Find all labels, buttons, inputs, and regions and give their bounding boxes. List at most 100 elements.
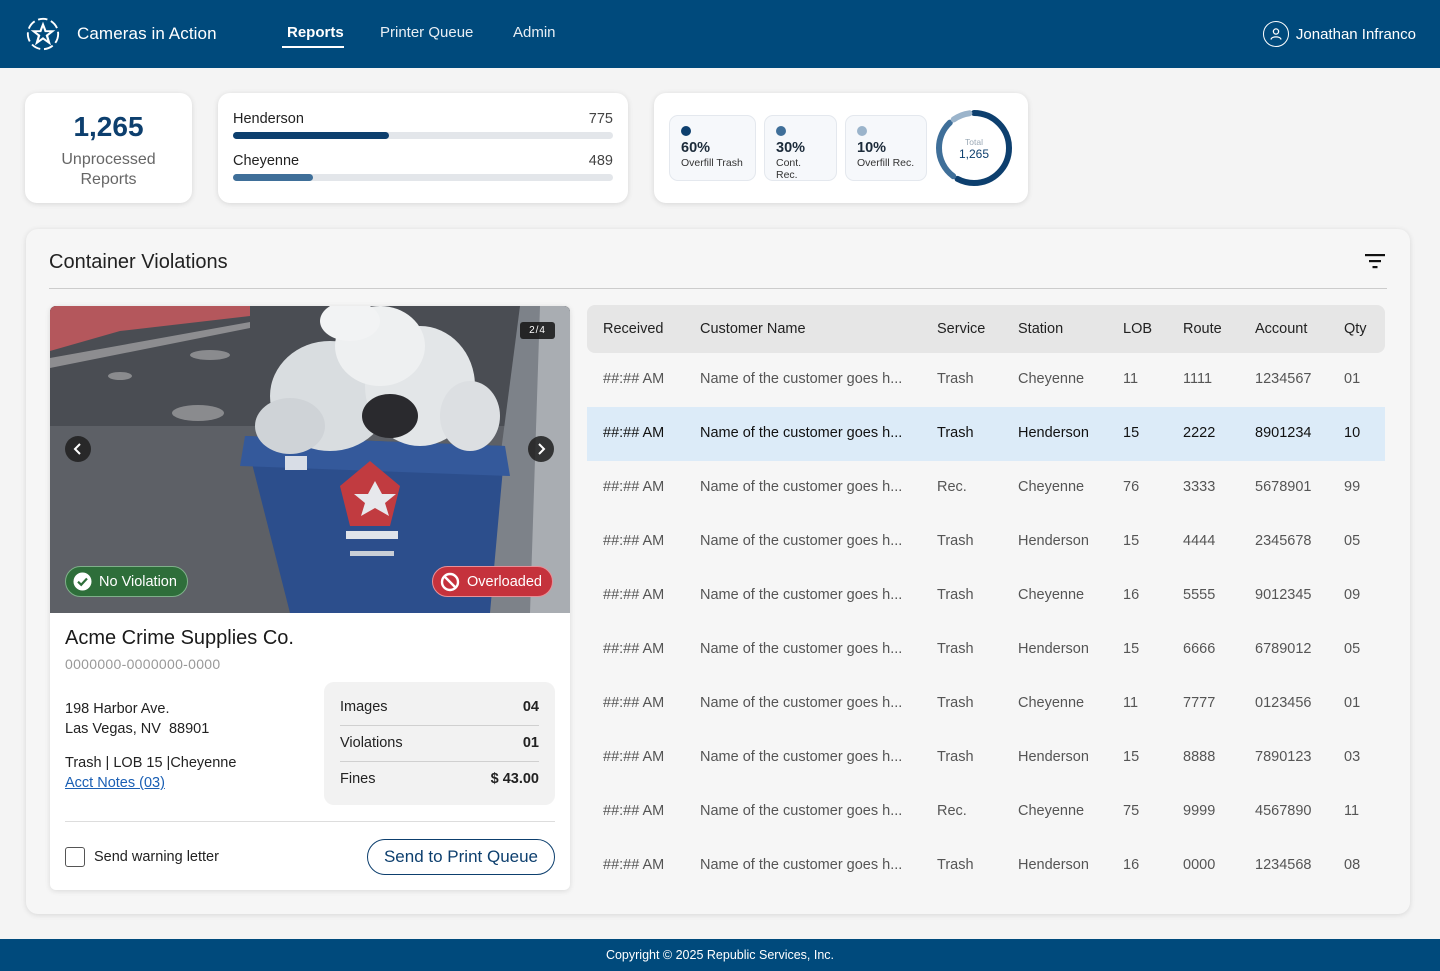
table-row[interactable]: ##:## AM Name of the customer goes h... Tr… [587,839,1385,893]
section-divider [49,288,1387,289]
prohibited-icon [440,572,460,591]
cell-service: Trash [937,857,974,873]
cell-station: Henderson [1018,533,1089,549]
cell-account: 9012345 [1255,587,1312,603]
send-to-print-queue-button[interactable]: Send to Print Queue [367,839,555,875]
summary-label: Images [340,699,388,715]
nav-active-indicator [282,46,344,48]
cell-service: Trash [937,425,974,441]
breakdown-label: Cont. Rec. [776,157,802,181]
cell-service: Rec. [937,479,967,495]
legend-dot [776,126,786,136]
table-row[interactable]: ##:## AM Name of the customer goes h... Tr… [587,677,1385,731]
detail-divider [65,821,555,822]
table-row[interactable]: ##:## AM Name of the customer goes h... Re… [587,461,1385,515]
cell-lob: 76 [1123,479,1140,495]
col-received[interactable]: Received [603,321,663,337]
cell-received: ##:## AM [603,857,665,873]
cell-received: ##:## AM [603,695,665,711]
cell-service: Trash [937,695,974,711]
unprocessed-reports-card: 1,265 Unprocessed Reports [25,93,192,203]
table-row[interactable]: ##:## AM Name of the customer goes h... Tr… [587,353,1385,407]
cell-route: 4444 [1183,533,1216,549]
cell-received: ##:## AM [603,749,665,765]
cell-qty: 03 [1344,749,1361,765]
cell-route: 2222 [1183,425,1216,441]
col-customer-name[interactable]: Customer Name [700,321,806,337]
cell-qty: 10 [1344,425,1361,441]
cell-lob: 75 [1123,803,1140,819]
violation-type-card: 60% Overfill Trash 30% Cont. Rec. 10% Ov… [654,93,1028,203]
customer-name: Acme Crime Supplies Co. [65,627,294,649]
overloaded-tag[interactable]: Overloaded [432,566,553,597]
table-row[interactable]: ##:## AM Name of the customer goes h... Tr… [587,407,1385,461]
copyright-text: Copyright © 2025 Republic Services, Inc. [605,948,835,962]
legend-dot [857,126,867,136]
summary-violations: Violations 01 [340,725,539,761]
user-menu[interactable]: Jonathan Infranco [1262,21,1416,47]
summary-value: 04 [522,699,539,715]
col-service[interactable]: Service [937,321,985,337]
summary-value: $ 43.00 [490,771,539,787]
cell-account: 7890123 [1255,749,1312,765]
prev-image-button[interactable] [65,436,91,462]
cell-account: 1234568 [1255,857,1312,873]
col-qty[interactable]: Qty [1344,321,1367,337]
station-name: Cheyenne [233,153,300,169]
station-bar-fill [233,174,313,181]
station-bar-henderson: Henderson 775 [233,111,613,139]
total-donut-chart: Total 1,265 [936,110,1012,186]
acct-notes-link[interactable]: Acct Notes (03) [65,775,165,791]
cell-customer-name: Name of the customer goes h... [700,533,903,549]
container-photo: 2/4 No Violation Overloaded [50,306,570,613]
checkbox-box[interactable] [65,847,85,867]
user-name: Jonathan Infranco [1295,25,1416,43]
table-row[interactable]: ##:## AM Name of the customer goes h... Tr… [587,515,1385,569]
table-header: Received Customer Name Service Station L… [587,305,1385,353]
chevron-right-icon [538,443,546,455]
tag-label: Overloaded [467,573,542,590]
filter-icon[interactable] [1364,251,1386,271]
station-bar-track [233,132,613,139]
breakdown-pct: 30% [776,140,806,156]
col-route[interactable]: Route [1183,321,1222,337]
station-name: Henderson [233,111,304,127]
chevron-left-icon [73,443,81,455]
cell-lob: 15 [1123,641,1140,657]
col-account[interactable]: Account [1255,321,1307,337]
table-row[interactable]: ##:## AM Name of the customer goes h... Tr… [587,623,1385,677]
next-image-button[interactable] [528,436,554,462]
nav-reports[interactable]: Reports [287,24,344,41]
cell-received: ##:## AM [603,479,665,495]
cell-lob: 15 [1123,749,1140,765]
table-row[interactable]: ##:## AM Name of the customer goes h... Tr… [587,569,1385,623]
cell-route: 0000 [1183,857,1216,873]
cell-customer-name: Name of the customer goes h... [700,857,903,873]
no-violation-tag[interactable]: No Violation [65,566,188,597]
star-logo-icon[interactable] [24,16,62,52]
cell-qty: 01 [1344,371,1361,387]
nav-printer-queue[interactable]: Printer Queue [380,24,473,41]
cell-lob: 16 [1123,857,1140,873]
summary-label: Fines [340,771,376,787]
cell-service: Trash [937,587,974,603]
table-row[interactable]: ##:## AM Name of the customer goes h... Re… [587,785,1385,839]
col-station[interactable]: Station [1018,321,1063,337]
breakdown-overfill-trash: 60% Overfill Trash [669,115,756,181]
cell-service: Trash [937,641,974,657]
cell-customer-name: Name of the customer goes h... [700,749,903,765]
cell-station: Cheyenne [1018,371,1085,387]
legend-dot [681,126,691,136]
image-counter: 2/4 [520,322,555,339]
breakdown-label: Overfill Trash [681,157,743,169]
send-warning-checkbox[interactable]: Send warning letter [65,847,219,867]
breakdown-overfill-rec: 10% Overfill Rec. [845,115,927,181]
table-row[interactable]: ##:## AM Name of the customer goes h... Tr… [587,731,1385,785]
col-lob[interactable]: LOB [1123,321,1152,337]
station-count: 489 [588,153,613,169]
cell-service: Trash [937,533,974,549]
cell-qty: 05 [1344,533,1361,549]
cell-account: 5678901 [1255,479,1312,495]
summary-images: Images 04 [340,689,539,725]
nav-admin[interactable]: Admin [513,24,556,41]
